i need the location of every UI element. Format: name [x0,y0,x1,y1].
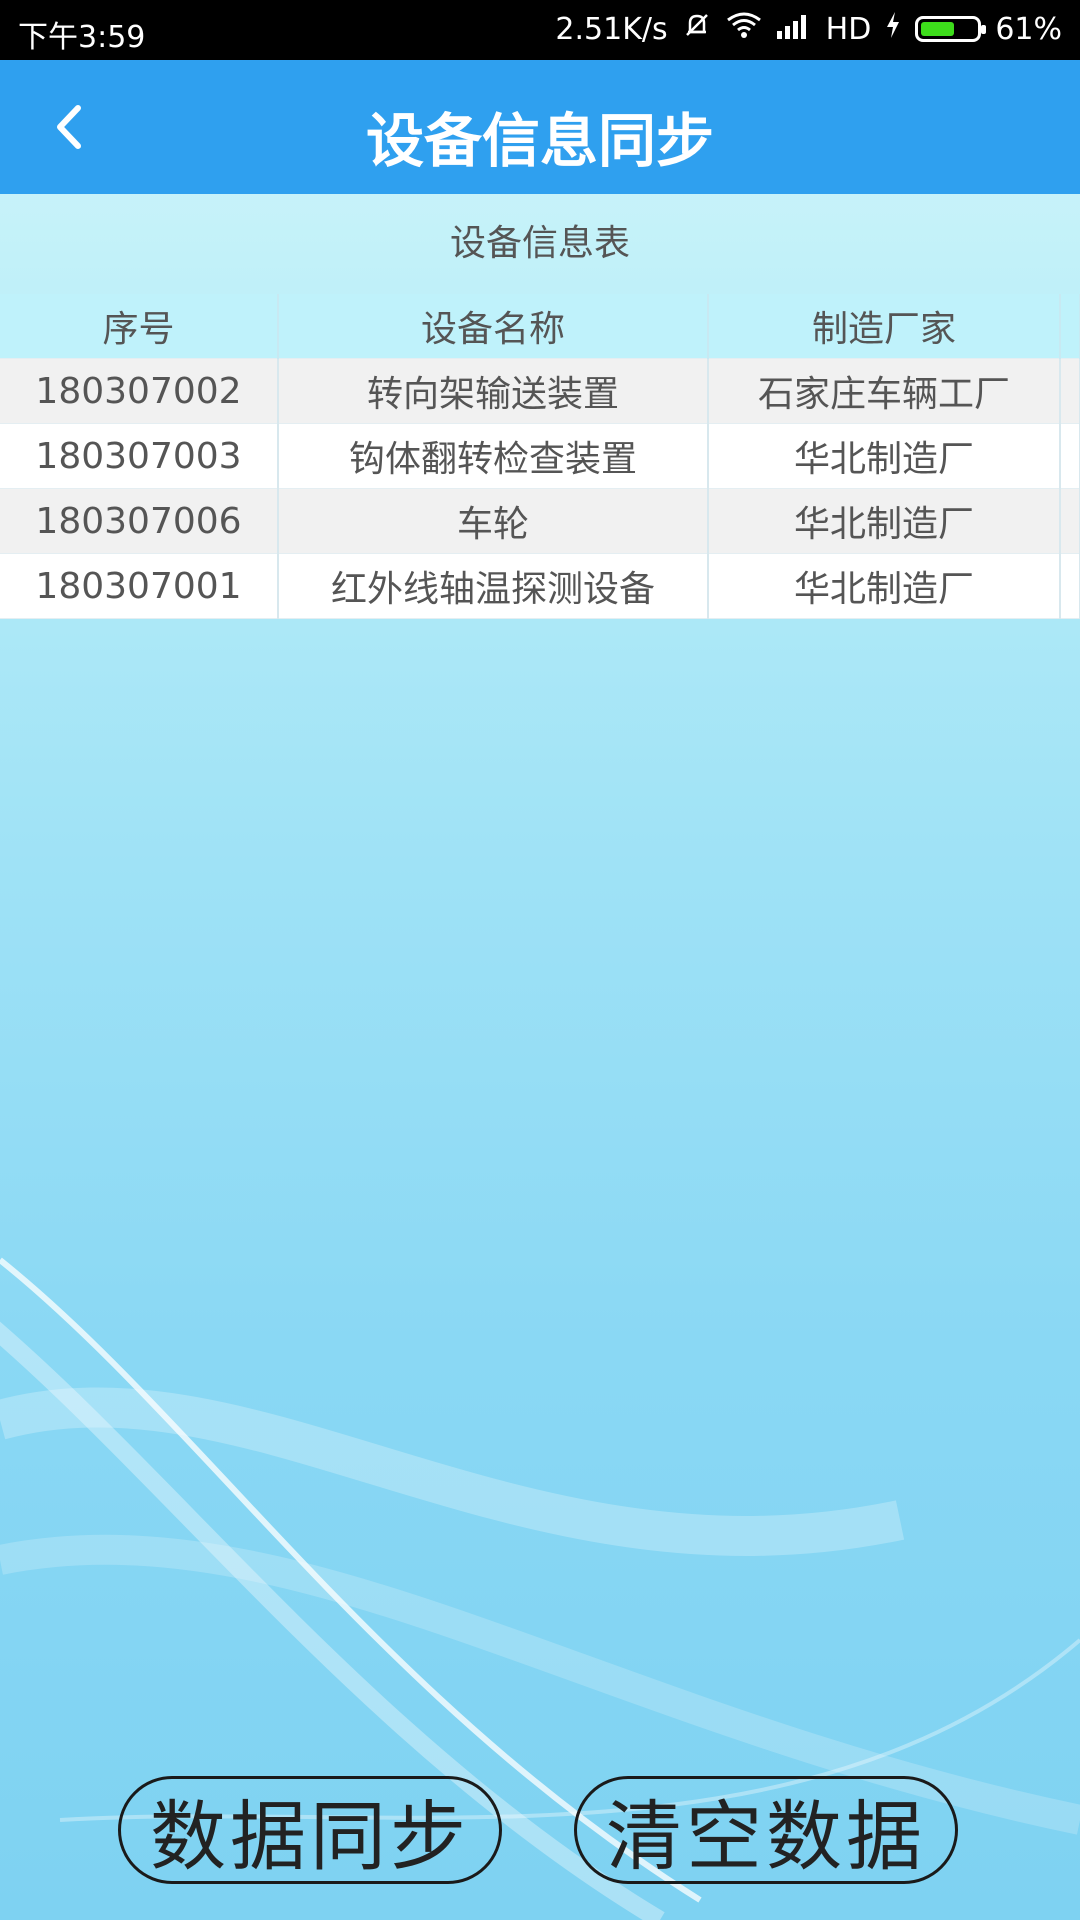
cell-name: 钩体翻转检查装置 [278,423,709,489]
table-row[interactable]: 180307002 转向架输送装置 石家庄车辆工厂 [0,358,1080,424]
cell-maker: 华北制造厂 [708,423,1061,489]
cell-id: 180307003 [0,423,279,489]
status-icons: 2.51K/s HD 61% [555,10,1062,48]
sync-data-button[interactable]: 数据同步 [118,1776,502,1884]
cell-name: 转向架输送装置 [278,358,709,424]
column-header-maker: 制造厂家 [708,294,1061,359]
wifi-icon [726,11,762,47]
column-header-overflow [1060,294,1080,359]
signal-icon [776,12,812,47]
cell-overflow [1060,488,1080,554]
app-bar: 设备信息同步 [0,60,1080,194]
cell-maker: 华北制造厂 [708,553,1061,619]
table-row[interactable]: 180307003 钩体翻转检查装置 华北制造厂 [0,423,1080,489]
cell-id: 180307001 [0,553,279,619]
page-title: 设备信息同步 [365,107,714,175]
cell-overflow [1060,423,1080,489]
table-header-row: 序号 设备名称 制造厂家 [0,294,1080,359]
column-header-id: 序号 [0,294,279,359]
cell-maker: 华北制造厂 [708,488,1061,554]
battery-percent: 61% [995,11,1062,47]
cell-maker: 石家庄车辆工厂 [708,358,1061,424]
battery-icon [915,16,987,42]
charging-icon [885,11,901,47]
table-row[interactable]: 180307006 车轮 华北制造厂 [0,488,1080,554]
status-bar: 下午3:59 2.51K/s HD 61% [0,0,1080,60]
cell-id: 180307006 [0,488,279,554]
cell-overflow [1060,553,1080,619]
device-table: 序号 设备名称 制造厂家 180307002 转向架输送装置 石家庄车辆工厂 1… [0,294,1080,619]
cell-name: 车轮 [278,488,709,554]
network-type: HD [825,11,872,47]
status-time: 下午3:59 [18,20,146,55]
column-header-name: 设备名称 [278,294,709,359]
table-row[interactable]: 180307001 红外线轴温探测设备 华北制造厂 [0,553,1080,619]
cell-id: 180307002 [0,358,279,424]
mute-bell-icon [682,10,712,48]
network-speed: 2.51K/s [555,11,668,47]
table-caption: 设备信息表 [449,223,630,264]
clear-data-button[interactable]: 清空数据 [574,1776,958,1884]
cell-overflow [1060,358,1080,424]
cell-name: 红外线轴温探测设备 [278,553,709,619]
